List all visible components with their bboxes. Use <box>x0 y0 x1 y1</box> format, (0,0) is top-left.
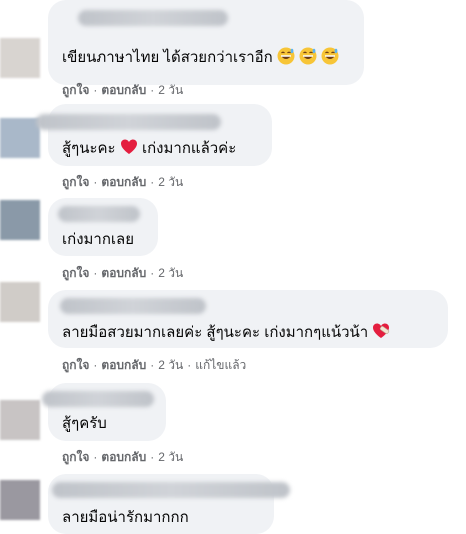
comment-actions: ถูกใจ · ตอบกลับ · 2 วัน <box>62 265 183 281</box>
like-link[interactable]: ถูกใจ <box>62 450 89 464</box>
edited-label[interactable]: แก้ไขแล้ว <box>195 358 246 372</box>
author-name[interactable] <box>52 482 290 498</box>
comment-actions: ถูกใจ · ตอบกลับ · 2 วัน · แก้ไขแล้ว <box>62 357 246 373</box>
comment-body: เก่งมากเลย <box>62 231 135 248</box>
like-link[interactable]: ถูกใจ <box>62 358 89 372</box>
comment-text: ลายมือสวยมากเลยค่ะ สู้ๆนะคะ เก่งมากๆแน้ว… <box>62 322 390 343</box>
avatar[interactable] <box>0 200 40 240</box>
separator: · <box>93 83 98 97</box>
reply-link[interactable]: ตอบกลับ <box>101 450 146 464</box>
separator: · <box>93 358 98 372</box>
avatar[interactable] <box>0 400 40 440</box>
avatar[interactable] <box>0 38 40 78</box>
comment-body: สู้ๆครับ <box>62 415 107 432</box>
comment-text: สู้ๆครับ <box>62 414 107 434</box>
comment-body-end: เก่งมากแล้วค่ะ <box>141 140 237 157</box>
grinning-sweat-icon <box>277 47 295 65</box>
author-name[interactable] <box>36 114 221 130</box>
comment-text: ลายมือน่ารักมากกก <box>62 508 189 528</box>
separator: · <box>150 266 155 280</box>
timestamp[interactable]: 2 วัน <box>158 83 183 97</box>
avatar[interactable] <box>0 480 40 520</box>
heart-icon <box>120 139 137 154</box>
author-name[interactable] <box>42 391 154 407</box>
comment-text: เก่งมากเลย <box>62 230 134 250</box>
comment-body: ลายมือสวยมากเลยค่ะ สู้ๆนะคะ เก่งมากๆแน้ว… <box>62 324 369 341</box>
avatar[interactable] <box>0 118 40 158</box>
separator: · <box>150 358 155 372</box>
like-link[interactable]: ถูกใจ <box>62 175 89 189</box>
timestamp[interactable]: 2 วัน <box>158 450 183 464</box>
like-link[interactable]: ถูกใจ <box>62 83 89 97</box>
comment-text: เขียนภาษาไทย ได้สวยกว่าเราอีก <box>62 47 339 68</box>
separator: · <box>93 175 98 189</box>
reply-link[interactable]: ตอบกลับ <box>101 175 146 189</box>
separator: · <box>93 266 98 280</box>
author-name[interactable] <box>58 206 140 222</box>
comment-body-start: สู้ๆนะคะ <box>62 140 116 157</box>
reply-link[interactable]: ตอบกลับ <box>101 266 146 280</box>
separator: · <box>93 450 98 464</box>
heart-with-bandage-icon <box>373 323 390 338</box>
avatar[interactable] <box>0 282 40 322</box>
comment-body: ลายมือน่ารักมากกก <box>62 509 189 526</box>
separator: · <box>187 358 192 372</box>
timestamp[interactable]: 2 วัน <box>158 266 183 280</box>
comment-bubble <box>48 0 364 85</box>
grinning-sweat-icon <box>321 47 339 65</box>
timestamp[interactable]: 2 วัน <box>158 175 183 189</box>
grinning-sweat-icon <box>299 47 317 65</box>
reply-link[interactable]: ตอบกลับ <box>101 358 146 372</box>
separator: · <box>150 175 155 189</box>
comment-text: สู้ๆนะคะ เก่งมากแล้วค่ะ <box>62 138 236 159</box>
author-name[interactable] <box>60 298 206 314</box>
comment-actions: ถูกใจ · ตอบกลับ · 2 วัน <box>62 174 183 190</box>
comment-actions: ถูกใจ · ตอบกลับ · 2 วัน <box>62 82 183 98</box>
like-link[interactable]: ถูกใจ <box>62 266 89 280</box>
comment-actions: ถูกใจ · ตอบกลับ · 2 วัน <box>62 449 183 465</box>
separator: · <box>150 450 155 464</box>
reply-link[interactable]: ตอบกลับ <box>101 83 146 97</box>
timestamp[interactable]: 2 วัน <box>158 358 183 372</box>
comment-body: เขียนภาษาไทย ได้สวยกว่าเราอีก <box>62 49 273 66</box>
author-name[interactable] <box>78 10 228 26</box>
separator: · <box>150 83 155 97</box>
